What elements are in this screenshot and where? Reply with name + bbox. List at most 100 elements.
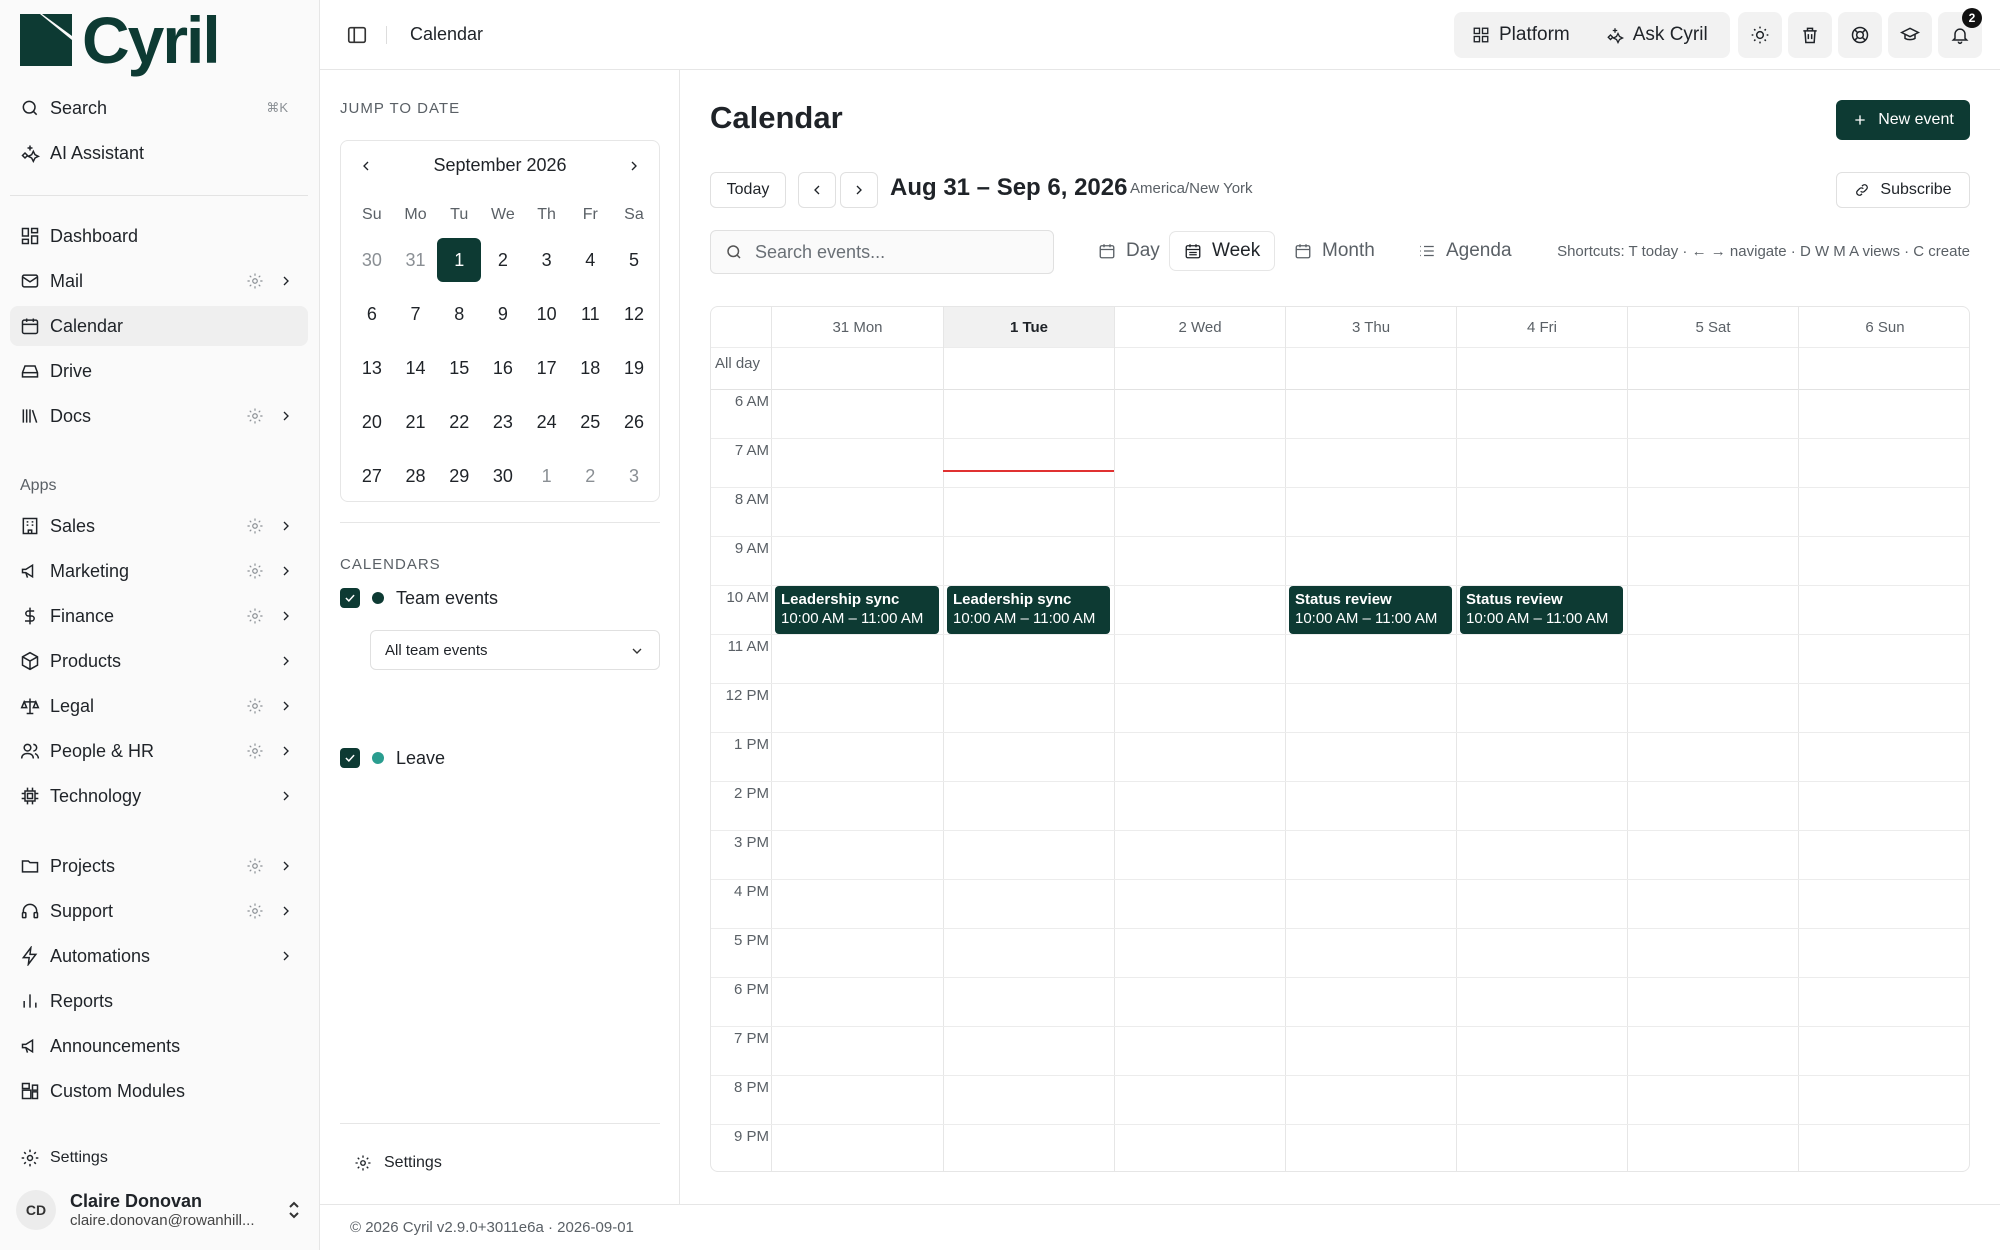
calendar-event[interactable]: Status review 10:00 AM – 11:00 AM bbox=[1460, 586, 1623, 634]
mini-calendar-day[interactable]: 29 bbox=[437, 449, 481, 503]
mini-calendar-day[interactable]: 21 bbox=[394, 395, 438, 449]
mini-calendar-day[interactable]: 7 bbox=[394, 287, 438, 341]
chevron-right-icon[interactable] bbox=[278, 698, 294, 714]
calendar-event[interactable]: Status review 10:00 AM – 11:00 AM bbox=[1289, 586, 1452, 634]
sidebar-item-technology[interactable]: Technology bbox=[10, 776, 308, 816]
mini-calendar-day[interactable]: 31 bbox=[394, 233, 438, 287]
theme-toggle-button[interactable] bbox=[1738, 12, 1782, 58]
trash-button[interactable] bbox=[1788, 12, 1832, 58]
chevron-up-down-icon[interactable] bbox=[286, 1200, 302, 1220]
mini-calendar-day[interactable]: 18 bbox=[568, 341, 612, 395]
new-event-button[interactable]: New event bbox=[1836, 100, 1970, 140]
chevron-right-icon[interactable] bbox=[278, 563, 294, 579]
mini-calendar-day[interactable]: 4 bbox=[568, 233, 612, 287]
mini-calendar-day[interactable]: 24 bbox=[525, 395, 569, 449]
chevron-right-icon[interactable] bbox=[278, 273, 294, 289]
gear-icon[interactable] bbox=[246, 902, 264, 920]
chevron-right-icon[interactable] bbox=[623, 155, 645, 177]
view-agenda-button[interactable]: Agenda bbox=[1404, 232, 1526, 270]
calendar-event[interactable]: Leadership sync 10:00 AM – 11:00 AM bbox=[947, 586, 1110, 634]
view-month-button[interactable]: Month bbox=[1280, 232, 1389, 270]
sidebar-item-support[interactable]: Support bbox=[10, 891, 308, 931]
mini-calendar-day[interactable]: 30 bbox=[350, 233, 394, 287]
sidebar-item-mail[interactable]: Mail bbox=[10, 261, 308, 301]
ask-cyril-button[interactable]: Ask Cyril bbox=[1588, 12, 1726, 58]
mini-calendar-day[interactable]: 19 bbox=[612, 341, 656, 395]
mini-calendar-day[interactable]: 10 bbox=[525, 287, 569, 341]
calendar-toggle-team-events[interactable]: Team events bbox=[340, 585, 498, 611]
gear-icon[interactable] bbox=[246, 607, 264, 625]
sidebar-item-announcements[interactable]: Announcements bbox=[10, 1026, 308, 1066]
mini-calendar-day[interactable]: 16 bbox=[481, 341, 525, 395]
day-header-today[interactable]: 1 Tue bbox=[943, 307, 1114, 347]
sidebar-item-sales[interactable]: Sales bbox=[10, 506, 308, 546]
mini-calendar-day[interactable]: 9 bbox=[481, 287, 525, 341]
calendar-toggle-leave[interactable]: Leave bbox=[340, 745, 445, 771]
chevron-right-icon[interactable] bbox=[278, 743, 294, 759]
mini-calendar-day[interactable]: 8 bbox=[437, 287, 481, 341]
chevron-right-icon[interactable] bbox=[278, 903, 294, 919]
search-events-input[interactable]: Search events... bbox=[710, 230, 1054, 274]
checkbox-checked-icon[interactable] bbox=[340, 748, 360, 768]
gear-icon[interactable] bbox=[246, 272, 264, 290]
sidebar-item-settings[interactable]: Settings bbox=[10, 1138, 308, 1178]
mini-calendar-day[interactable]: 6 bbox=[350, 287, 394, 341]
previous-week-button[interactable] bbox=[798, 172, 836, 208]
mini-calendar-day[interactable]: 13 bbox=[350, 341, 394, 395]
sidebar-item-finance[interactable]: Finance bbox=[10, 596, 308, 636]
sidebar-item-custom-modules[interactable]: Custom Modules bbox=[10, 1071, 308, 1111]
gear-icon[interactable] bbox=[246, 697, 264, 715]
day-header[interactable]: 2 Wed bbox=[1114, 307, 1285, 347]
sidebar-item-people-hr[interactable]: People & HR bbox=[10, 731, 308, 771]
user-menu[interactable]: CD Claire Donovan claire.donovan@rowanhi… bbox=[16, 1186, 308, 1234]
chevron-right-icon[interactable] bbox=[278, 788, 294, 804]
chevron-right-icon[interactable] bbox=[278, 518, 294, 534]
mini-calendar-day[interactable]: 3 bbox=[525, 233, 569, 287]
mini-calendar-day[interactable]: 25 bbox=[568, 395, 612, 449]
mini-calendar-day[interactable]: 26 bbox=[612, 395, 656, 449]
mini-calendar-day[interactable]: 15 bbox=[437, 341, 481, 395]
mini-calendar-day[interactable]: 30 bbox=[481, 449, 525, 503]
day-header[interactable]: 31 Mon bbox=[771, 307, 943, 347]
sidebar-item-products[interactable]: Products bbox=[10, 641, 308, 681]
chevron-right-icon[interactable] bbox=[278, 653, 294, 669]
view-day-button[interactable]: Day bbox=[1084, 232, 1174, 270]
sidebar-toggle-icon[interactable] bbox=[346, 24, 368, 46]
mini-calendar-day[interactable]: 22 bbox=[437, 395, 481, 449]
mini-calendar-day[interactable]: 2 bbox=[568, 449, 612, 503]
sidebar-item-reports[interactable]: Reports bbox=[10, 981, 308, 1021]
gear-icon[interactable] bbox=[246, 407, 264, 425]
mini-calendar-day[interactable]: 14 bbox=[394, 341, 438, 395]
gear-icon[interactable] bbox=[246, 562, 264, 580]
mini-calendar-day[interactable]: 17 bbox=[525, 341, 569, 395]
sidebar-item-drive[interactable]: Drive bbox=[10, 351, 308, 391]
gear-icon[interactable] bbox=[246, 517, 264, 535]
gear-icon[interactable] bbox=[246, 857, 264, 875]
subscribe-button[interactable]: Subscribe bbox=[1836, 172, 1970, 208]
sidebar-item-docs[interactable]: Docs bbox=[10, 396, 308, 436]
sidebar-item-dashboard[interactable]: Dashboard bbox=[10, 216, 308, 256]
day-header[interactable]: 5 Sat bbox=[1627, 307, 1798, 347]
next-week-button[interactable] bbox=[840, 172, 878, 208]
sidebar-item-projects[interactable]: Projects bbox=[10, 846, 308, 886]
sidebar-item-calendar[interactable]: Calendar bbox=[10, 306, 308, 346]
mini-calendar-day[interactable]: 28 bbox=[394, 449, 438, 503]
chevron-right-icon[interactable] bbox=[278, 408, 294, 424]
mini-calendar-day[interactable]: 11 bbox=[568, 287, 612, 341]
brand-logo[interactable]: Cyril bbox=[20, 7, 221, 73]
chevron-right-icon[interactable] bbox=[278, 608, 294, 624]
calendar-settings-button[interactable]: Settings bbox=[354, 1154, 442, 1172]
gear-icon[interactable] bbox=[246, 742, 264, 760]
sidebar-item-legal[interactable]: Legal bbox=[10, 686, 308, 726]
mini-calendar-day[interactable]: 23 bbox=[481, 395, 525, 449]
sidebar-item-marketing[interactable]: Marketing bbox=[10, 551, 308, 591]
mini-calendar-day[interactable]: 5 bbox=[612, 233, 656, 287]
notifications-button[interactable]: 2 bbox=[1938, 8, 1982, 58]
day-header[interactable]: 4 Fri bbox=[1456, 307, 1627, 347]
day-header[interactable]: 6 Sun bbox=[1798, 307, 1969, 347]
chevron-right-icon[interactable] bbox=[278, 948, 294, 964]
mini-calendar-day[interactable]: 27 bbox=[350, 449, 394, 503]
mini-calendar-day-selected[interactable]: 1 bbox=[437, 233, 482, 287]
view-week-button[interactable]: Week bbox=[1170, 232, 1275, 270]
sidebar-item-automations[interactable]: Automations bbox=[10, 936, 308, 976]
